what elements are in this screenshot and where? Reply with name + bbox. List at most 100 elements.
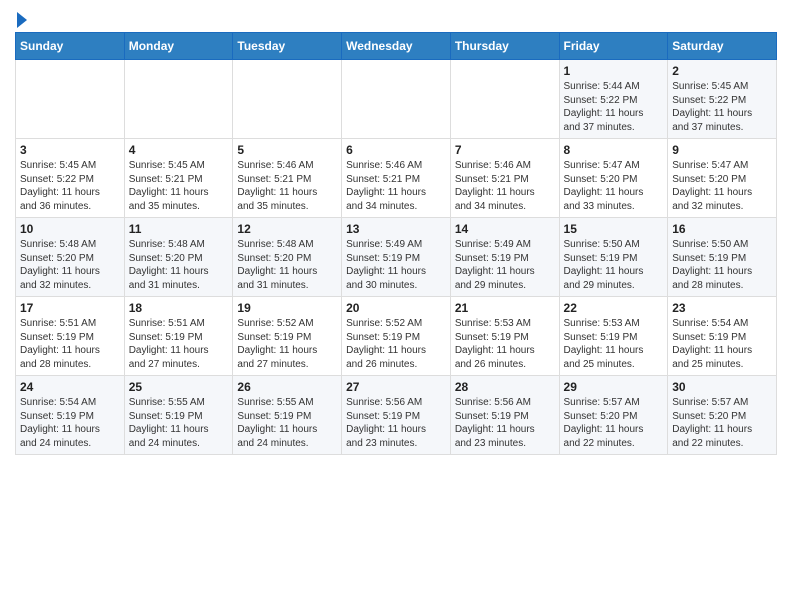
calendar-day-cell: 6 Sunrise: 5:46 AMSunset: 5:21 PMDaylight… (342, 139, 451, 218)
day-info: Sunrise: 5:55 AMSunset: 5:19 PMDaylight:… (129, 396, 229, 450)
day-info: Sunrise: 5:46 AMSunset: 5:21 PMDaylight:… (346, 159, 446, 213)
calendar-day-cell: 9Sunrise: 5:47 AMSunset: 5:20 PMDaylight… (668, 139, 777, 218)
weekday-header-thursday: Thursday (450, 33, 559, 60)
day-number: 5 (237, 143, 337, 157)
day-number: 14 (455, 222, 555, 236)
calendar-day-cell: 18 Sunrise: 5:51 AMSunset: 5:19 PMDayligh… (124, 297, 233, 376)
day-number: 15 (564, 222, 664, 236)
calendar-day-cell: 14 Sunrise: 5:49 AMSunset: 5:19 PMDayligh… (450, 218, 559, 297)
calendar-day-cell (342, 60, 451, 139)
calendar-day-cell: 3 Sunrise: 5:45 AMSunset: 5:22 PMDaylight… (16, 139, 125, 218)
calendar-day-cell: 27 Sunrise: 5:56 AMSunset: 5:19 PMDayligh… (342, 376, 451, 455)
calendar-day-cell: 2 Sunrise: 5:45 AMSunset: 5:22 PMDaylight… (668, 60, 777, 139)
day-info: Sunrise: 5:57 AMSunset: 5:20 PMDaylight:… (672, 396, 772, 450)
day-info: Sunrise: 5:49 AMSunset: 5:19 PMDaylight:… (455, 238, 555, 292)
calendar-day-cell: 16Sunrise: 5:50 AMSunset: 5:19 PMDayligh… (668, 218, 777, 297)
day-info: Sunrise: 5:54 AMSunset: 5:19 PMDaylight:… (672, 317, 772, 371)
calendar-day-cell: 7 Sunrise: 5:46 AMSunset: 5:21 PMDaylight… (450, 139, 559, 218)
calendar-day-cell: 25 Sunrise: 5:55 AMSunset: 5:19 PMDayligh… (124, 376, 233, 455)
day-info: Sunrise: 5:44 AMSunset: 5:22 PMDaylight:… (564, 80, 664, 134)
day-info: Sunrise: 5:52 AMSunset: 5:19 PMDaylight:… (237, 317, 337, 371)
weekday-header-tuesday: Tuesday (233, 33, 342, 60)
day-number: 25 (129, 380, 229, 394)
calendar-day-cell: 29Sunrise: 5:57 AMSunset: 5:20 PMDayligh… (559, 376, 668, 455)
day-info: Sunrise: 5:48 AMSunset: 5:20 PMDaylight:… (237, 238, 337, 292)
calendar-day-cell: 11 Sunrise: 5:48 AMSunset: 5:20 PMDayligh… (124, 218, 233, 297)
day-info: Sunrise: 5:49 AMSunset: 5:19 PMDaylight:… (346, 238, 446, 292)
day-info: Sunrise: 5:47 AMSunset: 5:20 PMDaylight:… (564, 159, 664, 213)
calendar-day-cell: 21 Sunrise: 5:53 AMSunset: 5:19 PMDayligh… (450, 297, 559, 376)
calendar-day-cell (233, 60, 342, 139)
day-number: 19 (237, 301, 337, 315)
day-info: Sunrise: 5:45 AMSunset: 5:22 PMDaylight:… (20, 159, 120, 213)
weekday-header-sunday: Sunday (16, 33, 125, 60)
day-info: Sunrise: 5:56 AMSunset: 5:19 PMDaylight:… (455, 396, 555, 450)
day-info: Sunrise: 5:50 AMSunset: 5:19 PMDaylight:… (564, 238, 664, 292)
day-info: Sunrise: 5:53 AMSunset: 5:19 PMDaylight:… (455, 317, 555, 371)
day-info: Sunrise: 5:47 AMSunset: 5:20 PMDaylight:… (672, 159, 772, 213)
calendar-day-cell: 23 Sunrise: 5:54 AMSunset: 5:19 PMDayligh… (668, 297, 777, 376)
weekday-header-wednesday: Wednesday (342, 33, 451, 60)
calendar-table: SundayMondayTuesdayWednesdayThursdayFrid… (15, 32, 777, 455)
calendar-day-cell: 22 Sunrise: 5:53 AMSunset: 5:19 PMDayligh… (559, 297, 668, 376)
calendar-day-cell: 5 Sunrise: 5:46 AMSunset: 5:21 PMDaylight… (233, 139, 342, 218)
calendar-week-row: 17 Sunrise: 5:51 AMSunset: 5:19 PMDayligh… (16, 297, 777, 376)
calendar-day-cell: 26 Sunrise: 5:55 AMSunset: 5:19 PMDayligh… (233, 376, 342, 455)
day-number: 2 (672, 64, 772, 78)
calendar-day-cell: 17 Sunrise: 5:51 AMSunset: 5:19 PMDayligh… (16, 297, 125, 376)
calendar-week-row: 24Sunrise: 5:54 AMSunset: 5:19 PMDayligh… (16, 376, 777, 455)
logo (15, 10, 27, 26)
day-number: 20 (346, 301, 446, 315)
day-info: Sunrise: 5:55 AMSunset: 5:19 PMDaylight:… (237, 396, 337, 450)
calendar-day-cell: 4Sunrise: 5:45 AMSunset: 5:21 PMDaylight… (124, 139, 233, 218)
day-info: Sunrise: 5:46 AMSunset: 5:21 PMDaylight:… (237, 159, 337, 213)
day-number: 17 (20, 301, 120, 315)
calendar-week-row: 3 Sunrise: 5:45 AMSunset: 5:22 PMDaylight… (16, 139, 777, 218)
day-number: 11 (129, 222, 229, 236)
day-number: 21 (455, 301, 555, 315)
calendar-week-row: 1Sunrise: 5:44 AMSunset: 5:22 PMDaylight… (16, 60, 777, 139)
weekday-header-row: SundayMondayTuesdayWednesdayThursdayFrid… (16, 33, 777, 60)
day-number: 7 (455, 143, 555, 157)
day-info: Sunrise: 5:52 AMSunset: 5:19 PMDaylight:… (346, 317, 446, 371)
page-header (15, 10, 777, 26)
day-number: 22 (564, 301, 664, 315)
weekday-header-monday: Monday (124, 33, 233, 60)
calendar-day-cell: 24Sunrise: 5:54 AMSunset: 5:19 PMDayligh… (16, 376, 125, 455)
calendar-day-cell (124, 60, 233, 139)
day-info: Sunrise: 5:56 AMSunset: 5:19 PMDaylight:… (346, 396, 446, 450)
day-info: Sunrise: 5:54 AMSunset: 5:19 PMDaylight:… (20, 396, 120, 450)
day-info: Sunrise: 5:45 AMSunset: 5:22 PMDaylight:… (672, 80, 772, 134)
calendar-day-cell: 12Sunrise: 5:48 AMSunset: 5:20 PMDayligh… (233, 218, 342, 297)
day-number: 27 (346, 380, 446, 394)
day-info: Sunrise: 5:50 AMSunset: 5:19 PMDaylight:… (672, 238, 772, 292)
day-number: 3 (20, 143, 120, 157)
day-info: Sunrise: 5:51 AMSunset: 5:19 PMDaylight:… (20, 317, 120, 371)
calendar-day-cell: 13Sunrise: 5:49 AMSunset: 5:19 PMDayligh… (342, 218, 451, 297)
logo-arrow-icon (17, 12, 27, 28)
day-info: Sunrise: 5:51 AMSunset: 5:19 PMDaylight:… (129, 317, 229, 371)
calendar-day-cell: 1Sunrise: 5:44 AMSunset: 5:22 PMDaylight… (559, 60, 668, 139)
day-info: Sunrise: 5:48 AMSunset: 5:20 PMDaylight:… (129, 238, 229, 292)
day-info: Sunrise: 5:53 AMSunset: 5:19 PMDaylight:… (564, 317, 664, 371)
day-number: 18 (129, 301, 229, 315)
calendar-day-cell: 20 Sunrise: 5:52 AMSunset: 5:19 PMDayligh… (342, 297, 451, 376)
calendar-day-cell (450, 60, 559, 139)
calendar-day-cell: 28Sunrise: 5:56 AMSunset: 5:19 PMDayligh… (450, 376, 559, 455)
day-number: 26 (237, 380, 337, 394)
calendar-week-row: 10 Sunrise: 5:48 AMSunset: 5:20 PMDayligh… (16, 218, 777, 297)
day-info: Sunrise: 5:48 AMSunset: 5:20 PMDaylight:… (20, 238, 120, 292)
calendar-day-cell (16, 60, 125, 139)
calendar-day-cell: 15 Sunrise: 5:50 AMSunset: 5:19 PMDayligh… (559, 218, 668, 297)
day-number: 23 (672, 301, 772, 315)
day-number: 8 (564, 143, 664, 157)
calendar-day-cell: 10 Sunrise: 5:48 AMSunset: 5:20 PMDayligh… (16, 218, 125, 297)
day-number: 30 (672, 380, 772, 394)
day-number: 6 (346, 143, 446, 157)
calendar-day-cell: 30 Sunrise: 5:57 AMSunset: 5:20 PMDayligh… (668, 376, 777, 455)
day-number: 10 (20, 222, 120, 236)
day-number: 4 (129, 143, 229, 157)
calendar-day-cell: 8 Sunrise: 5:47 AMSunset: 5:20 PMDaylight… (559, 139, 668, 218)
calendar-day-cell: 19 Sunrise: 5:52 AMSunset: 5:19 PMDayligh… (233, 297, 342, 376)
day-info: Sunrise: 5:46 AMSunset: 5:21 PMDaylight:… (455, 159, 555, 213)
